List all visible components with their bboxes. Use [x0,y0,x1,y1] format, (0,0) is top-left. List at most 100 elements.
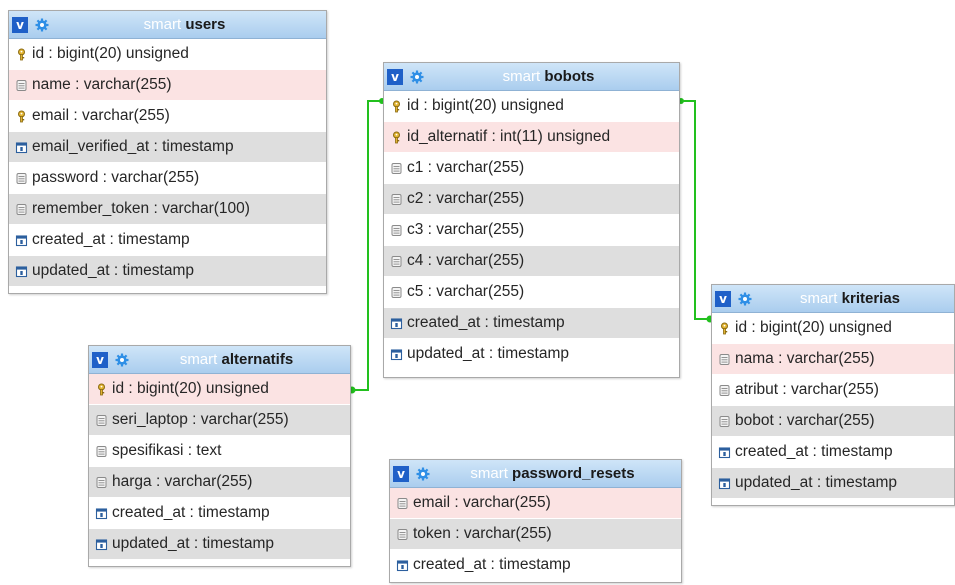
column-row[interactable]: password : varchar(255) [9,163,326,194]
column-row[interactable]: created_at : timestamp [384,308,679,339]
table-toggle-button[interactable]: v [393,465,409,482]
column-icon [96,414,107,426]
column-definition: email : varchar(255) [413,494,551,511]
timestamp-icon [15,141,28,153]
column-icon [391,162,402,174]
column-row[interactable]: updated_at : timestamp [712,468,954,499]
column-definition: created_at : timestamp [735,443,893,460]
column-row[interactable]: email_verified_at : timestamp [9,132,326,163]
timestamp-icon [718,446,731,458]
column-icon [719,384,730,396]
column-definition: id : bigint(20) unsigned [735,319,892,336]
table-header[interactable]: v smart users [9,11,326,39]
column-row[interactable]: c4 : varchar(255) [384,246,679,277]
table-toggle-button[interactable]: v [387,68,403,85]
column-row[interactable]: id : bigint(20) unsigned [89,374,350,405]
table-toggle-button[interactable]: v [92,351,108,368]
table-header[interactable]: v smart bobots [384,63,679,91]
gear-icon[interactable] [35,18,49,32]
table-header[interactable]: v smart alternatifs [89,346,350,374]
column-definition: id_alternatif : int(11) unsigned [407,128,611,145]
column-row[interactable]: bobot : varchar(255) [712,406,954,437]
table-toggle-button[interactable]: v [12,16,28,33]
column-row[interactable]: c1 : varchar(255) [384,153,679,184]
column-row[interactable]: id : bigint(20) unsigned [384,91,679,122]
timestamp-icon [718,477,731,489]
table-title: smart users [49,16,326,33]
column-row[interactable]: created_at : timestamp [390,550,681,581]
column-definition: c4 : varchar(255) [407,252,525,269]
column-row[interactable]: updated_at : timestamp [9,256,326,287]
column-icon [397,528,408,540]
column-row[interactable]: spesifikasi : text [89,436,350,467]
column-definition: email_verified_at : timestamp [32,138,234,155]
column-icon [391,193,402,205]
column-definition: c5 : varchar(255) [407,283,525,300]
column-icon [719,353,730,365]
table-alternatifs[interactable]: v smart alternatifs id : bigint(20) unsign… [88,345,351,567]
timestamp-icon [390,317,403,329]
key-icon [721,322,728,334]
gear-icon[interactable] [115,353,129,367]
key-icon [393,131,400,143]
table-header[interactable]: v smart password_resets [390,460,681,488]
column-definition: created_at : timestamp [32,231,190,248]
column-icon [16,172,27,184]
column-row[interactable]: c2 : varchar(255) [384,184,679,215]
column-definition: token : varchar(255) [413,525,552,542]
column-row[interactable]: c3 : varchar(255) [384,215,679,246]
key-icon [98,383,105,395]
column-row[interactable]: nama : varchar(255) [712,344,954,375]
column-row[interactable]: created_at : timestamp [9,225,326,256]
column-definition: updated_at : timestamp [32,262,194,279]
column-row[interactable]: name : varchar(255) [9,70,326,101]
gear-icon[interactable] [738,292,752,306]
table-bobots[interactable]: v smart bobots id : bigint(20) unsigned id_… [383,62,680,378]
table-title: smart password_resets [430,465,681,482]
gear-icon[interactable] [410,70,424,84]
column-row[interactable]: created_at : timestamp [712,437,954,468]
column-row[interactable]: email : varchar(255) [390,488,681,519]
table-password-resets[interactable]: v smart password_resetsemail : varchar(25… [389,459,682,583]
column-row[interactable]: id : bigint(20) unsigned [712,313,954,344]
table-name: users [185,16,226,33]
database-name: smart [799,290,838,307]
timestamp-icon [390,348,403,360]
column-definition: created_at : timestamp [112,504,270,521]
column-row[interactable]: id_alternatif : int(11) unsigned [384,122,679,153]
table-header[interactable]: v smart kriterias [712,285,954,313]
column-row[interactable]: seri_laptop : varchar(255) [89,405,350,436]
column-row[interactable]: updated_at : timestamp [384,339,679,370]
column-icon [391,286,402,298]
table-users[interactable]: v smart users id : bigint(20) unsigned name… [8,10,327,294]
column-row[interactable]: c5 : varchar(255) [384,277,679,308]
column-definition: atribut : varchar(255) [735,381,879,398]
table-toggle-button[interactable]: v [715,290,731,307]
column-row[interactable]: remember_token : varchar(100) [9,194,326,225]
relation-line-bobots-kriterias [681,100,710,320]
key-icon [18,110,25,122]
column-definition: remember_token : varchar(100) [32,200,250,217]
timestamp-icon [95,538,108,550]
gear-icon[interactable] [416,467,430,481]
table-name: password_resets [512,465,635,482]
column-row[interactable]: harga : varchar(255) [89,467,350,498]
timestamp-icon [396,559,409,571]
column-definition: created_at : timestamp [407,314,565,331]
column-row[interactable]: email : varchar(255) [9,101,326,132]
table-kriterias[interactable]: v smart kriterias id : bigint(20) unsigned… [711,284,955,506]
column-definition: harga : varchar(255) [112,473,253,490]
key-icon [18,48,25,60]
column-row[interactable]: token : varchar(255) [390,519,681,550]
table-name: bobots [544,68,595,85]
database-name: smart [502,68,541,85]
column-row[interactable]: atribut : varchar(255) [712,375,954,406]
column-definition: id : bigint(20) unsigned [112,380,269,397]
column-icon [16,79,27,91]
key-icon [393,100,400,112]
column-row[interactable]: id : bigint(20) unsigned [9,39,326,70]
column-row[interactable]: updated_at : timestamp [89,529,350,560]
table-title: smart bobots [424,68,679,85]
column-definition: nama : varchar(255) [735,350,875,367]
column-row[interactable]: created_at : timestamp [89,498,350,529]
